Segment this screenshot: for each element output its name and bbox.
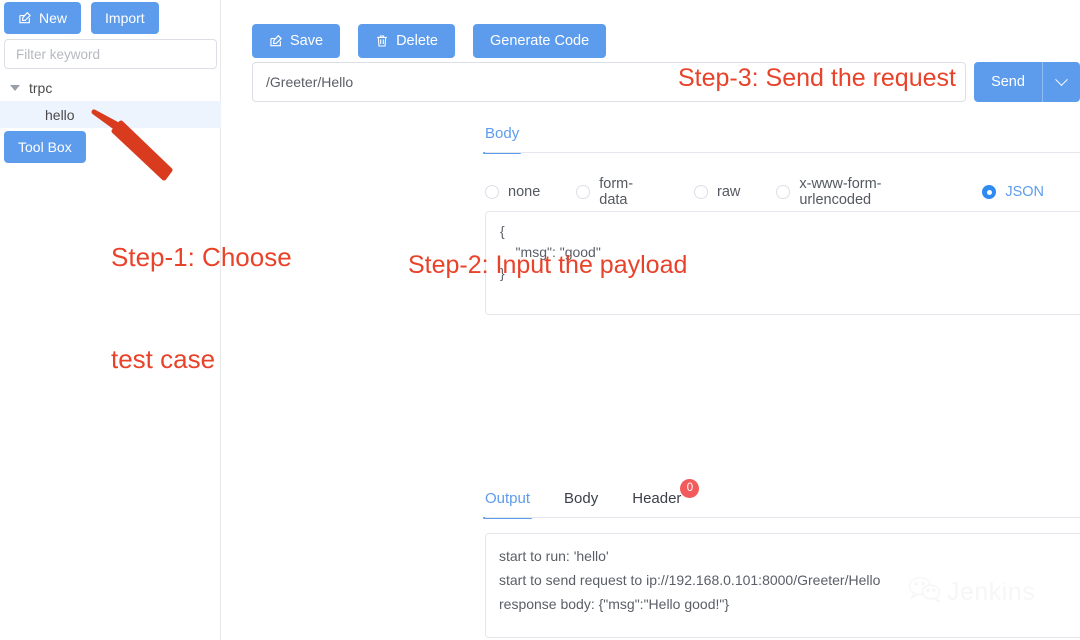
radio-raw[interactable]: raw	[693, 184, 741, 200]
log-line: start to send request to ip://192.168.0.…	[499, 572, 881, 588]
radio-none[interactable]: none	[485, 184, 540, 200]
body-tab-divider	[485, 152, 1080, 153]
tab-label: Body	[485, 125, 520, 142]
tab-response-header[interactable]: Header 0	[632, 479, 700, 518]
radio-form-data[interactable]: form-data	[576, 176, 658, 208]
tool-box-button-label: Tool Box	[18, 139, 72, 155]
radio-dot	[485, 185, 499, 199]
app-root: New Import trpc hello Tool Box	[0, 0, 1080, 640]
radio-label: none	[508, 184, 541, 200]
radio-label: form-data	[599, 176, 634, 208]
tab-label: Output	[485, 490, 531, 507]
sidebar: New Import trpc hello Tool Box	[0, 0, 221, 640]
tree-node-label: hello	[45, 106, 75, 123]
output-tab-strip: Output Body Header 0	[482, 478, 1080, 519]
payload-editor[interactable]: { "msg": "good" }	[485, 211, 1080, 315]
caret-down-icon[interactable]	[10, 84, 20, 91]
body-tab-strip: Body	[482, 113, 1080, 154]
generate-code-button[interactable]: Generate Code	[472, 24, 607, 58]
request-action-toolbar: Save Delete Generate Code	[252, 24, 607, 58]
tab-response-body[interactable]: Body	[564, 490, 598, 518]
radio-dot	[693, 185, 708, 199]
tab-output[interactable]: Output	[482, 490, 533, 519]
save-button[interactable]: Save	[252, 24, 341, 58]
trash-icon	[375, 34, 389, 48]
chevron-down-icon	[1055, 72, 1068, 86]
edit-square-icon	[269, 34, 283, 48]
output-tab-divider	[485, 517, 1080, 518]
tab-body[interactable]: Body	[482, 125, 522, 154]
radio-label: raw	[716, 184, 741, 200]
request-url-row: Send	[252, 62, 1080, 102]
radio-dot	[776, 185, 791, 199]
send-dropdown-button[interactable]	[1042, 62, 1080, 102]
save-button-label: Save	[290, 32, 324, 49]
generate-code-button-label: Generate Code	[489, 32, 590, 49]
tree-node-hello[interactable]: hello	[0, 101, 221, 128]
radio-label: JSON	[1005, 184, 1044, 200]
tool-box-button[interactable]: Tool Box	[4, 131, 86, 163]
request-url-input[interactable]	[252, 62, 966, 102]
radio-dot	[982, 185, 997, 199]
content-type-radio-group: none form-data raw x-www-form-urlencoded…	[485, 176, 1080, 208]
send-button[interactable]: Send	[974, 62, 1042, 102]
tab-label: Header	[632, 490, 682, 507]
radio-dot	[576, 185, 591, 199]
output-log-panel[interactable]: start to run: 'hello' start to send requ…	[485, 533, 1080, 638]
tab-label: Body	[564, 490, 599, 507]
log-line: start to run: 'hello'	[499, 548, 609, 564]
sidebar-action-buttons: New Import	[4, 2, 159, 34]
tree-node-label: trpc	[29, 79, 53, 96]
tree-node-trpc[interactable]: trpc	[0, 74, 221, 101]
log-line: response body: {"msg":"Hello good!"}	[499, 596, 730, 612]
delete-button[interactable]: Delete	[358, 24, 455, 58]
import-button[interactable]: Import	[91, 2, 159, 34]
header-count-badge: 0	[680, 479, 700, 498]
filter-keyword-input[interactable]	[4, 39, 217, 69]
delete-button-label: Delete	[396, 32, 438, 49]
edit-square-icon	[18, 11, 32, 25]
new-button[interactable]: New	[4, 2, 82, 34]
radio-x-www-form-urlencoded[interactable]: x-www-form-urlencoded	[776, 176, 946, 208]
radio-label: x-www-form-urlencoded	[799, 176, 882, 208]
send-button-group: Send	[974, 62, 1080, 102]
radio-json[interactable]: JSON	[982, 184, 1044, 200]
new-button-label: New	[39, 10, 68, 26]
test-case-tree: trpc hello	[0, 74, 221, 128]
import-button-label: Import	[105, 10, 145, 26]
main-content: Save Delete Generate Code /Greeter/Hello…	[221, 0, 1080, 640]
